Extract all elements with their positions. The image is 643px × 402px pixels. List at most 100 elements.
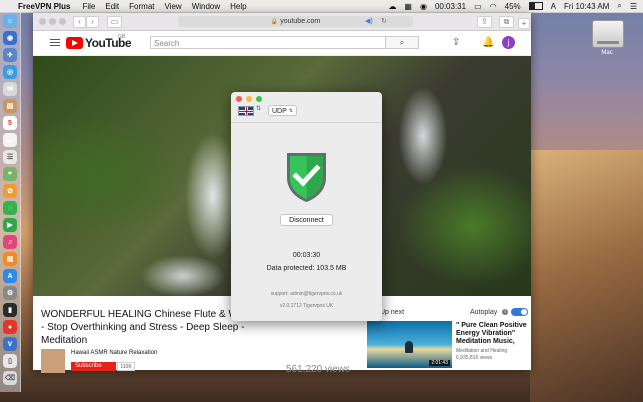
menubar-timer[interactable]: 00:03:31 <box>435 2 466 11</box>
info-icon[interactable]: i <box>502 309 508 315</box>
upload-icon[interactable]: ⇪ <box>452 37 460 48</box>
calendar-icon[interactable]: 5 <box>3 116 17 130</box>
notifications-bell-icon[interactable]: 🔔 <box>482 37 494 48</box>
account-avatar[interactable]: j <box>502 36 515 49</box>
disconnect-button[interactable]: Disconnect <box>280 214 333 226</box>
safari-icon[interactable]: ◎ <box>3 65 17 79</box>
subscriber-count: 110K <box>117 362 135 371</box>
youtube-country-code: GB <box>118 34 126 40</box>
search-input[interactable]: Search <box>150 36 386 49</box>
battery-percent[interactable]: 45% <box>505 2 521 11</box>
reload-icon[interactable]: ↻ <box>381 17 387 25</box>
next-video-thumbnail[interactable]: 2:01:43 <box>367 321 452 368</box>
chrome-icon[interactable]: ● <box>3 320 17 334</box>
messages-icon[interactable]: ◌ <box>3 201 17 215</box>
youtube-play-logo-icon[interactable] <box>66 37 83 49</box>
uk-flag-icon[interactable] <box>238 106 254 116</box>
vpn-minimize-button[interactable] <box>246 96 252 102</box>
menu-window[interactable]: Window <box>192 2 220 11</box>
back-button[interactable]: ‹ <box>73 16 86 28</box>
view-count: 561,220 views <box>286 364 350 375</box>
audio-playing-icon[interactable]: ◀) <box>365 17 373 25</box>
mail-icon[interactable]: ✉ <box>3 82 17 96</box>
menu-grid-icon[interactable]: ▦ <box>404 2 412 11</box>
reminders-icon[interactable]: ☰ <box>3 150 17 164</box>
hard-drive-icon[interactable] <box>592 20 624 48</box>
menu-edit[interactable]: Edit <box>105 2 119 11</box>
forward-button[interactable]: › <box>86 16 99 28</box>
subscribe-label: Subscribe <box>75 363 102 369</box>
photos-icon[interactable]: ✿ <box>3 184 17 198</box>
menu-view[interactable]: View <box>165 2 182 11</box>
next-video-duration: 2:01:43 <box>429 360 450 366</box>
search-button[interactable]: ⌕ <box>386 36 419 49</box>
next-video-title[interactable]: " Pure Clean Positive Energy Vibration" … <box>456 322 528 346</box>
desktop-mountain <box>530 150 643 402</box>
finder-icon[interactable]: ☺ <box>3 14 17 28</box>
display-icon[interactable]: ▭ <box>474 2 482 11</box>
vpn-close-button[interactable] <box>236 96 242 102</box>
url-text: youtube.com <box>280 18 321 25</box>
meditation-figure <box>405 341 413 353</box>
launchpad-icon[interactable]: ✈ <box>3 48 17 62</box>
itunes-icon[interactable]: ♫ <box>3 235 17 249</box>
sidebar-toggle-icon[interactable]: ▭ <box>107 16 122 28</box>
notifications-icon[interactable]: ☰ <box>630 2 637 11</box>
drive-label[interactable]: Mac <box>590 50 624 56</box>
tabs-overview-icon[interactable]: ⧉ <box>499 16 514 28</box>
close-window-button[interactable] <box>39 18 46 25</box>
menu-app-name[interactable]: FreeVPN Plus <box>18 2 70 11</box>
search-icon: ⌕ <box>399 38 405 47</box>
country-select-arrows-icon[interactable]: ⇅ <box>256 105 261 112</box>
youtube-header: YouTube GB Search ⌕ ⇪ 🔔 j <box>33 31 531 56</box>
protocol-arrows-icon: ⇅ <box>288 108 293 114</box>
next-video-views: 6,935,816 views <box>456 355 493 361</box>
document-icon[interactable]: ▯ <box>3 354 17 368</box>
protocol-value: UDP <box>272 108 287 115</box>
wifi-icon[interactable]: ◠ <box>490 2 497 11</box>
maps-icon[interactable]: ⌖ <box>3 167 17 181</box>
vpn-app-icon[interactable]: V <box>3 337 17 351</box>
autoplay-toggle[interactable] <box>511 308 528 316</box>
menu-format[interactable]: Format <box>129 2 154 11</box>
app-version: v2.0.1712 Tigervpns UK <box>279 303 334 309</box>
next-video-channel: Meditation and Healing <box>456 348 508 354</box>
video-title: WONDERFUL HEALING Chinese Flute & Water … <box>41 309 255 346</box>
system-preferences-icon[interactable]: ⚙ <box>3 286 17 300</box>
data-protected: Data protected: 103.5 MB <box>266 265 347 272</box>
address-bar[interactable]: 🔒 youtube.com <box>178 16 413 27</box>
vpn-popup: ⇅ UDP ⇅ Disconnect 00:03:30 Data protect… <box>231 92 382 321</box>
datetime[interactable]: Fri 10:43 AM <box>564 2 609 11</box>
ibooks-icon[interactable]: ▥ <box>3 252 17 266</box>
menu-hamburger-icon[interactable] <box>50 39 60 48</box>
trash-icon[interactable]: ⌫ <box>3 371 17 385</box>
battery-icon[interactable] <box>528 2 543 10</box>
menu-file[interactable]: File <box>82 2 95 11</box>
spotlight-icon[interactable]: ⌕ <box>617 1 621 11</box>
siri-icon[interactable]: ◉ <box>3 31 17 45</box>
vpn-status-icon[interactable]: ◉ <box>420 2 427 11</box>
channel-name[interactable]: Hawaii ASMR Nature Relaxation <box>71 350 157 356</box>
keyboard-icon[interactable]: A <box>551 2 556 11</box>
lock-icon: 🔒 <box>270 19 279 25</box>
channel-avatar[interactable] <box>41 349 65 373</box>
connection-timer: 00:03:30 <box>292 252 321 259</box>
subscribe-button[interactable]: Subscribe <box>71 362 116 371</box>
new-tab-button[interactable]: + <box>518 18 530 29</box>
browser-toolbar: ‹ › ▭ ≡ 🔒youtube.com ◀) ↻ ⇪ ⧉ + <box>33 13 531 31</box>
support-email[interactable]: support: admin@tigervpns.co.uk <box>231 291 382 297</box>
protocol-select[interactable]: UDP ⇅ <box>268 105 297 116</box>
notes-icon[interactable]: ▬ <box>3 133 17 147</box>
app-store-icon[interactable]: A <box>3 269 17 283</box>
vpn-zoom-button[interactable] <box>256 96 262 102</box>
menu-help[interactable]: Help <box>230 2 246 11</box>
autoplay-label: Autoplay <box>470 309 498 316</box>
share-icon[interactable]: ⇪ <box>477 16 492 28</box>
contacts-icon[interactable]: ▤ <box>3 99 17 113</box>
cloud-icon[interactable]: ☁ <box>388 2 396 11</box>
dock: ☺ ◉ ✈ ◎ ✉ ▤ 5 ▬ ☰ ⌖ ✿ ◌ ▶ ♫ ▥ A ⚙ ▮ ● V … <box>0 12 21 392</box>
zoom-window-button[interactable] <box>59 18 66 25</box>
terminal-icon[interactable]: ▮ <box>3 303 17 317</box>
minimize-window-button[interactable] <box>49 18 56 25</box>
facetime-icon[interactable]: ▶ <box>3 218 17 232</box>
